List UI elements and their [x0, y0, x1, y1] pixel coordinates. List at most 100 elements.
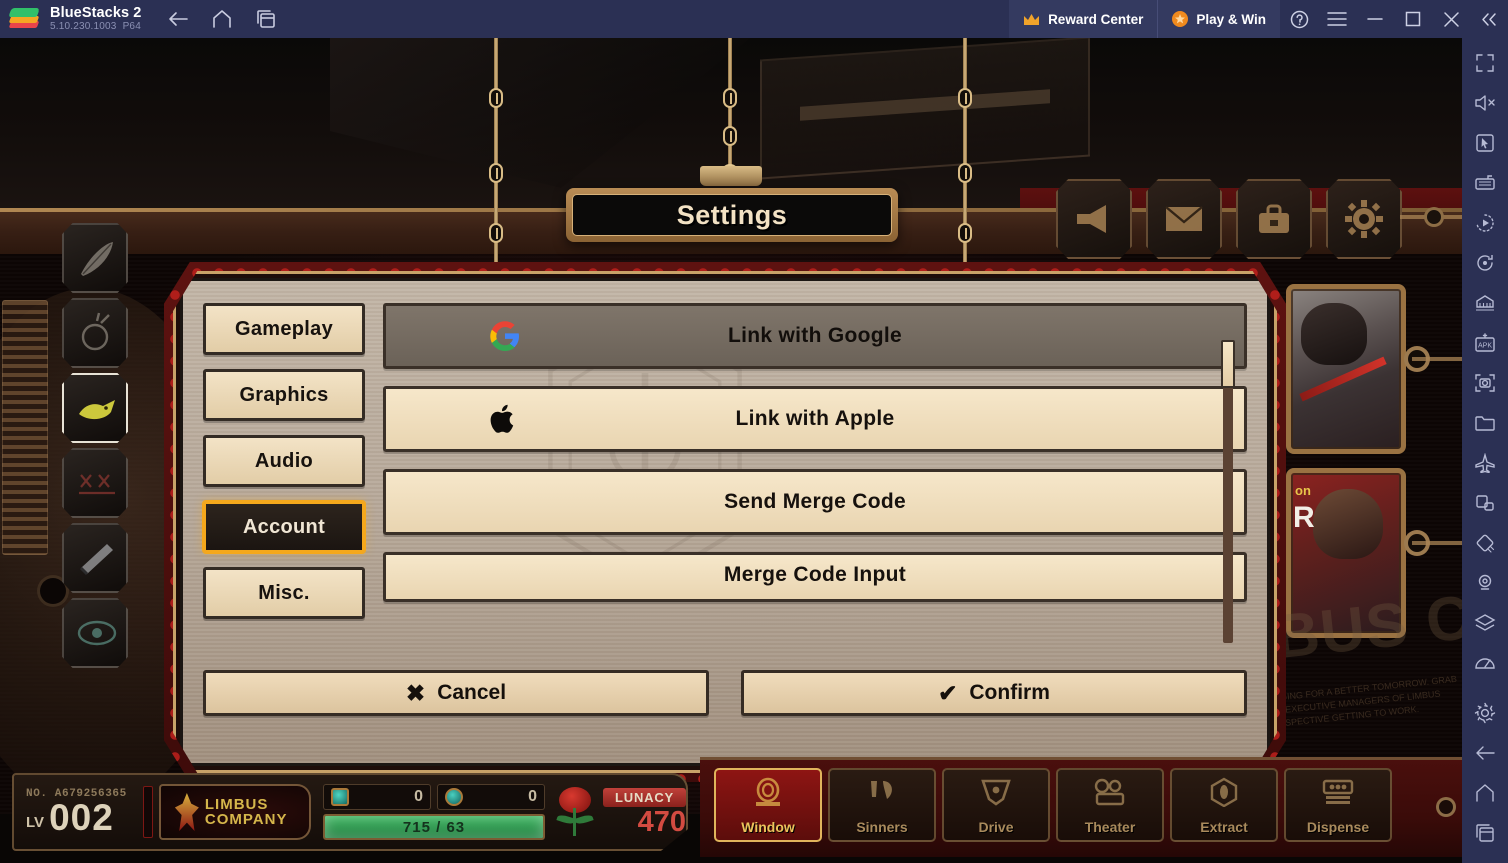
- media-folder-button[interactable]: [1467, 406, 1503, 440]
- lunacy-value: 470: [637, 805, 686, 838]
- lunacy-panel: LUNACY 470: [555, 786, 686, 838]
- nav-tile-label: Dispense: [1306, 819, 1370, 835]
- back-button[interactable]: [163, 5, 193, 33]
- reward-center-label: Reward Center: [1048, 11, 1144, 27]
- enkephalin-value: 715 / 63: [402, 818, 466, 836]
- blood-sigil-glyph-icon: [75, 461, 115, 505]
- logo-line-2: COMPANY: [204, 811, 288, 828]
- recents-icon: [1476, 824, 1494, 842]
- link-with-google-button[interactable]: Link with Google: [383, 303, 1247, 369]
- settings-tab-label: Graphics: [239, 383, 329, 406]
- settings-scrollbar-track[interactable]: [1221, 340, 1235, 643]
- layers-button[interactable]: [1467, 606, 1503, 640]
- home-button[interactable]: [207, 5, 237, 33]
- eco-mode-button[interactable]: [1467, 446, 1503, 480]
- settings-tab-misc[interactable]: Misc.: [203, 567, 365, 619]
- screenshot-button[interactable]: [1467, 366, 1503, 400]
- link-with-apple-button[interactable]: Link with Apple: [383, 386, 1247, 452]
- shake-button[interactable]: [1467, 526, 1503, 560]
- performance-meter-button[interactable]: [1467, 646, 1503, 680]
- layers-icon: [1474, 614, 1496, 631]
- confirm-button[interactable]: ✔ Confirm: [741, 670, 1247, 716]
- install-apk-button[interactable]: APK: [1467, 326, 1503, 360]
- settings-tab-gameplay[interactable]: Gameplay: [203, 303, 365, 355]
- fullscreen-button[interactable]: [1467, 46, 1503, 80]
- close-icon: ✖: [405, 679, 426, 706]
- beast-glyph-icon: [75, 386, 115, 430]
- collapse-sidebar-button[interactable]: [1470, 0, 1508, 38]
- app-root: on R LIMBUS COMPANY THE WEARY ARE BEGGIN…: [0, 0, 1508, 863]
- location-button[interactable]: [1467, 566, 1503, 600]
- reward-center-button[interactable]: Reward Center: [1009, 0, 1158, 38]
- fullscreen-icon: [1476, 54, 1494, 72]
- nav-tile-drive[interactable]: Drive: [942, 768, 1050, 842]
- send-merge-code-button[interactable]: Send Merge Code: [383, 469, 1247, 535]
- nav-tile-extract[interactable]: Extract: [1170, 768, 1278, 842]
- pip-button[interactable]: [1467, 486, 1503, 520]
- close-icon: [1443, 11, 1459, 27]
- rotate-button[interactable]: [1467, 246, 1503, 280]
- resource-module-value: 0: [528, 788, 538, 805]
- settings-tab-audio[interactable]: Audio: [203, 435, 365, 487]
- limbus-company-logo: LIMBUS COMPANY: [158, 784, 312, 840]
- close-button[interactable]: [1432, 0, 1470, 38]
- megaphone-button[interactable]: [1056, 179, 1132, 259]
- merge-code-input-button[interactable]: Merge Code Input: [383, 552, 1247, 602]
- cursor-pointer-button[interactable]: [1467, 126, 1503, 160]
- left-shortcut-item[interactable]: [62, 523, 128, 593]
- theater-icon: [1093, 777, 1127, 812]
- recents-button[interactable]: [251, 5, 281, 33]
- resource-ticket-cell[interactable]: 0: [323, 784, 432, 810]
- airplane-eco-mode-icon: [1475, 453, 1495, 473]
- pip-icon: [1476, 495, 1494, 511]
- mute-volume-button[interactable]: [1467, 86, 1503, 120]
- resource-module-cell[interactable]: 0: [437, 784, 546, 810]
- macro-record-button[interactable]: [1467, 206, 1503, 240]
- nav-tile-sinners[interactable]: Sinners: [828, 768, 936, 842]
- crown-icon: [1023, 13, 1040, 26]
- settings-tab-account[interactable]: Account: [203, 501, 365, 553]
- lunacy-label: LUNACY: [603, 787, 686, 807]
- maximize-button[interactable]: [1394, 0, 1432, 38]
- help-button[interactable]: [1280, 0, 1318, 38]
- nav-tile-label: Theater: [1084, 819, 1136, 835]
- rail-recents-button[interactable]: [1467, 816, 1503, 850]
- game-settings-button[interactable]: [1326, 179, 1402, 259]
- left-shortcut-item[interactable]: [62, 223, 128, 293]
- left-shortcut-item[interactable]: [62, 448, 128, 518]
- mail-button[interactable]: [1146, 179, 1222, 259]
- briefcase-icon: [1259, 204, 1289, 233]
- location-icon: [1478, 574, 1492, 590]
- back-arrow-icon: [1476, 746, 1495, 760]
- keyboard-controls-button[interactable]: [1467, 166, 1503, 200]
- left-shortcut-item[interactable]: [62, 298, 128, 368]
- blade-glyph-icon: [75, 536, 115, 580]
- install-apk-icon: APK: [1475, 333, 1495, 352]
- minimize-button[interactable]: [1356, 0, 1394, 38]
- left-shortcut-item-highlighted[interactable]: [62, 373, 128, 443]
- shake-icon: [1476, 534, 1495, 553]
- enkephalin-bar[interactable]: 715 / 63: [323, 814, 546, 840]
- rail-settings-button[interactable]: [1467, 696, 1503, 730]
- chain-mount-cap: [700, 166, 762, 186]
- page-title: Settings: [676, 199, 788, 230]
- app-version: 5.10.230.1003: [50, 21, 117, 32]
- rail-back-button[interactable]: [1467, 736, 1503, 770]
- maximize-icon: [1405, 11, 1421, 27]
- nav-tile-window[interactable]: Window: [714, 768, 822, 842]
- nav-tile-dispense[interactable]: Dispense: [1284, 768, 1392, 842]
- extract-icon: [1207, 777, 1241, 812]
- menu-button[interactable]: [1318, 0, 1356, 38]
- nav-tile-theater[interactable]: Theater: [1056, 768, 1164, 842]
- settings-scrollbar-thumb[interactable]: [1221, 340, 1235, 388]
- left-shortcut-item[interactable]: [62, 598, 128, 668]
- play-and-win-button[interactable]: Play & Win: [1157, 0, 1280, 38]
- inventory-button[interactable]: [1236, 179, 1312, 259]
- multi-instance-button[interactable]: [1467, 286, 1503, 320]
- rail-home-button[interactable]: [1467, 776, 1503, 810]
- character-banner-card[interactable]: [1286, 284, 1406, 454]
- double-chevron-left-icon: [1482, 12, 1496, 26]
- settings-tab-graphics[interactable]: Graphics: [203, 369, 365, 421]
- decorative-pipe-knob: [1424, 207, 1444, 227]
- cancel-button[interactable]: ✖ Cancel: [203, 670, 709, 716]
